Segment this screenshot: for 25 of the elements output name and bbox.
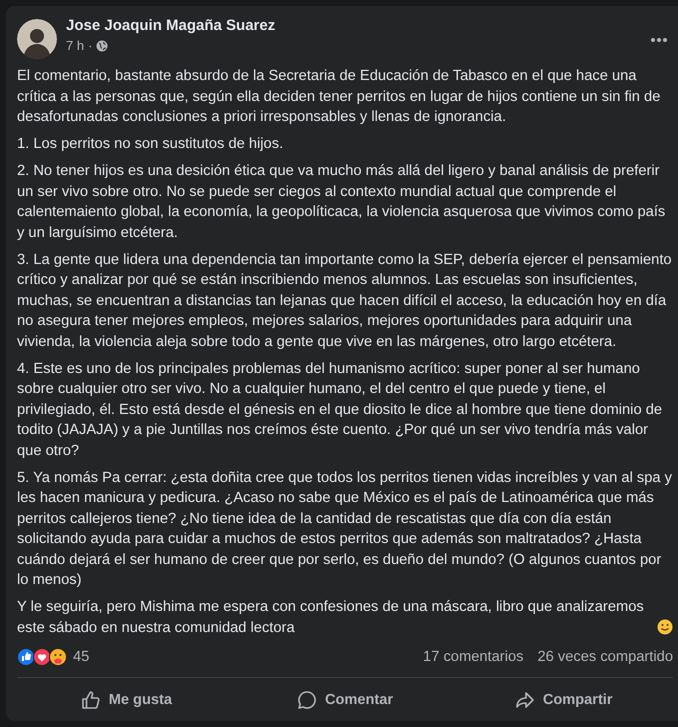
comment-count[interactable]: 17 comentarios bbox=[423, 648, 524, 664]
share-arrow-icon bbox=[514, 690, 535, 710]
more-options-icon[interactable] bbox=[651, 38, 667, 42]
author-name[interactable]: Jose Joaquin Magaña Suarez bbox=[66, 16, 276, 36]
heart-reaction-icon[interactable] bbox=[33, 648, 51, 666]
post-paragraph: El comentario, bastante absurdo de la Secretaria de Educación de Tabasco en el que hace una crítica a las personas que, según ella deciden tener perritos en lugar de hijos contiene un sin fin de desafortunadas conclusiones a priori irresponsables y llenas de ignorancia. bbox=[17, 67, 662, 127]
smiley-icon bbox=[657, 619, 673, 635]
share-count[interactable]: 26 veces compartido bbox=[537, 648, 673, 664]
post-paragraph: 5. Ya nomás Pa cerrar: ¿esta doñita cree que todos los perritos tienen vidas increíbles y van al spa y les hacen manicura y pedicura. ¿Acaso no sabe que México es el país de Latinoamérica que más perritos callejeros tiene? ¿No tiene idea de la cantidad de rescatistas que día con día están solicitando ayuda para cuidar a muchos de estos perritos que además son maltratados? ¿Hasta cuándo dejará el ser humano de creer que por serlo, es dueño del mundo? (O algunos cuantos por lo menos) bbox=[17, 468, 673, 590]
thumbs-up-icon bbox=[80, 690, 101, 710]
speech-bubble-icon bbox=[296, 690, 317, 710]
post-paragraph: 4. Este es uno de los principales problemas del humanismo acrítico: super poner al ser humano sobre cualquier otro ser vivo. No a cualquier humano, el del centro el que puede y tiene, el privilegiado, él. Esto está desde el génesis en el que diosito le dice al hombre que tiene dominio de todito (JAJAJA) y a pie Juntillas nos creímos éste cuento. ¿Por qué un ser vivo tendría más valor que otro? bbox=[17, 360, 664, 460]
post-paragraph: Y le seguiría, pero Mishima me espera con confesiones de una máscara, libro que analizaremos este sábado en nuestra comunidad lectora bbox=[17, 598, 645, 638]
avatar[interactable] bbox=[17, 19, 57, 59]
post-time[interactable]: 7 h bbox=[66, 38, 84, 53]
globe-icon bbox=[96, 40, 108, 52]
post-paragraph: 3. La gente que lidera una dependencia tan importante como la SEP, debería ejercer el pensamiento crítico y analizar por qué se están inscribiendo menos alumnos. Las escuelas son insuficientes, muchas, se encuentran a distancias tan lejanas que hacen difícil el acceso, la educación hoy en día no asegura tener mejores empleos, mejores salarios, mejores oportunidades para adquirir una vivienda, la violencia aleja sobre todo a gente que vive en las márgenes, otro largo etcétera. bbox=[17, 250, 673, 352]
share-button[interactable]: Compartir bbox=[454, 678, 674, 722]
like-button[interactable]: Me gusta bbox=[17, 678, 236, 722]
post-paragraph: 1. Los perritos no son sustitutos de hijos. bbox=[17, 135, 284, 154]
like-reaction-icon[interactable] bbox=[17, 648, 35, 666]
reaction-count[interactable]: 45 bbox=[73, 648, 90, 664]
post-paragraph: 2. No tener hijos es una desición ética que va mucho más allá del ligero y banal análisis de preferir un ser vivo sobre otro. No se puede ser ciegos al contexto mundial actual que comprende el calentemaiento global, la economía, la geopolíticaca, la violencia asquerosa que vivimos como país y un larguísimo etcétera. bbox=[17, 162, 666, 242]
separator-dot: · bbox=[88, 38, 92, 53]
comment-button[interactable]: Comentar bbox=[236, 678, 454, 722]
